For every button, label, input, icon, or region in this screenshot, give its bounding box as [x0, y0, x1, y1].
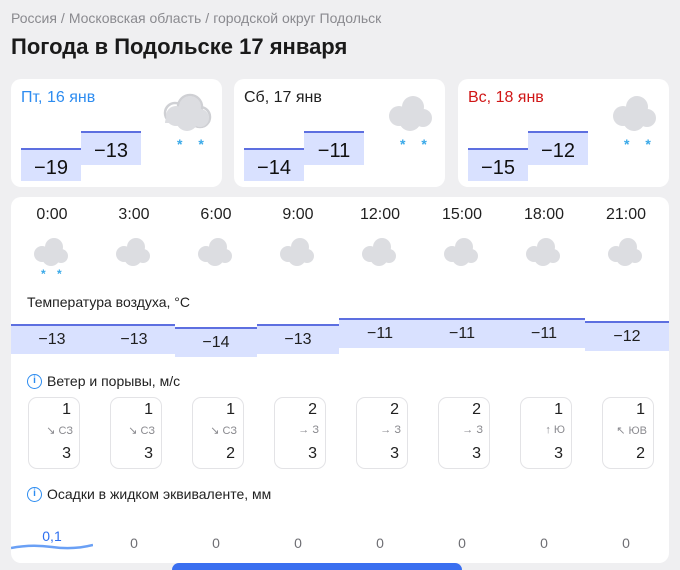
day-min-temp: −15: [468, 148, 528, 181]
wind-gust: 3: [554, 445, 563, 462]
page-title: Погода в Подольске 17 января: [11, 34, 348, 59]
snow-icon: * *: [41, 267, 66, 281]
hour-temp: −11: [339, 318, 421, 348]
wind-speed: 2: [308, 401, 317, 418]
info-icon[interactable]: i: [27, 486, 42, 502]
hour-time: 15:00: [441, 206, 483, 223]
breadcrumb-separator: /: [205, 10, 210, 26]
wind-direction: ↘ СЗ: [210, 425, 237, 437]
wind-direction: ↘ СЗ: [128, 425, 155, 437]
day-label: Вс, 18 янв: [468, 89, 544, 106]
snow-icon: * *: [177, 136, 210, 152]
day-max-temp: −12: [528, 131, 588, 165]
day-min-temp: −19: [21, 148, 81, 181]
precip-value: 0: [622, 535, 630, 551]
wind-speed: 1: [62, 401, 71, 418]
breadcrumb-item-district[interactable]: городской округ Подольск: [213, 10, 381, 26]
cloudy-snow-icon: [389, 96, 432, 131]
cloudy-icon: [608, 238, 642, 266]
hour-temp: −13: [93, 324, 175, 354]
day-min-temp: −14: [244, 148, 304, 181]
day-label: Пт, 16 янв: [21, 89, 96, 106]
cloudy-snow-icon: [613, 96, 656, 131]
temperature-section-label: Температура воздуха, °C: [27, 294, 190, 310]
wind-section-title: Ветер и порывы, м/с: [47, 373, 181, 389]
wind-speed: 1: [554, 401, 563, 418]
wind-speed: 2: [390, 401, 399, 418]
hour-time: 18:00: [523, 206, 565, 223]
wind-box: 2 → З 3: [356, 397, 408, 469]
precip-value: 0: [376, 535, 384, 551]
wind-speed: 1: [144, 401, 153, 418]
wind-box: 1 ↖ ЮВ 2: [602, 397, 654, 469]
precip-value: 0: [294, 535, 302, 551]
wind-direction: → З: [462, 424, 483, 436]
day-max-temp: −11: [304, 131, 364, 165]
wind-speed: 1: [226, 401, 235, 418]
wind-box: 1 ↘ СЗ 3: [110, 397, 162, 469]
hour-time: 0:00: [36, 206, 68, 223]
precip-value: 0: [212, 535, 220, 551]
info-icon[interactable]: i: [27, 373, 42, 389]
precip-value: 0: [458, 535, 466, 551]
wind-direction: → З: [298, 424, 319, 436]
breadcrumb-item-country[interactable]: Россия: [11, 10, 57, 26]
cloudy-icon: [280, 238, 314, 266]
cloudy-icon: [526, 238, 560, 266]
day-card-saturday[interactable]: Сб, 17 янв −14 −11 * *: [234, 79, 445, 187]
wind-gust: 3: [308, 445, 317, 462]
wind-direction: ↖ ЮВ: [616, 425, 647, 437]
wind-box: 1 ↘ СЗ 2: [192, 397, 244, 469]
wind-box: 1 ↘ СЗ 3: [28, 397, 80, 469]
day-card-friday[interactable]: Пт, 16 янв −19 −13 * *: [11, 79, 222, 187]
day-card-sunday[interactable]: Вс, 18 янв −15 −12 * *: [458, 79, 669, 187]
wind-gust: 3: [390, 445, 399, 462]
precip-section-label: i Осадки в жидком эквиваленте, мм: [27, 486, 271, 502]
breadcrumb-separator: /: [60, 10, 65, 26]
hour-temp: −11: [421, 318, 503, 348]
hour-time: 6:00: [200, 206, 232, 223]
cloudy-icon: [444, 238, 478, 266]
cloudy-icon: [198, 238, 232, 266]
hour-time: 21:00: [605, 206, 647, 223]
bottom-action-button[interactable]: [172, 563, 462, 570]
hour-temp: −13: [11, 324, 93, 354]
snow-icon: * *: [624, 136, 657, 152]
wind-speed: 2: [472, 401, 481, 418]
wind-gust: 2: [226, 445, 235, 462]
cloudy-snow-icon: [163, 93, 212, 131]
day-label: Сб, 17 янв: [244, 89, 322, 106]
wind-box: 1 ↑ Ю 3: [520, 397, 572, 469]
snow-icon: * *: [400, 136, 433, 152]
wind-direction: ↘ СЗ: [46, 425, 73, 437]
wind-speed: 1: [636, 401, 645, 418]
wind-direction: ↑ Ю: [545, 424, 565, 436]
wind-box: 2 → З 3: [438, 397, 490, 469]
wind-gust: 3: [472, 445, 481, 462]
breadcrumb: Россия / Московская область / городской окру…: [11, 10, 381, 26]
hour-time: 9:00: [282, 206, 314, 223]
hour-time: 3:00: [118, 206, 150, 223]
wind-gust: 3: [144, 445, 153, 462]
hour-temp: −13: [257, 324, 339, 354]
wind-direction: → З: [380, 424, 401, 436]
precip-section-title: Осадки в жидком эквиваленте, мм: [47, 486, 272, 502]
precip-value: 0: [130, 535, 138, 551]
cloudy-icon: [116, 238, 150, 266]
hour-temp: −14: [175, 327, 257, 357]
precip-value: 0: [540, 535, 548, 551]
wind-box: 2 → З 3: [274, 397, 326, 469]
wind-gust: 2: [636, 445, 645, 462]
hourly-forecast-card: 0:00 3:00 6:00 9:00 12:00 15:00 18:00 21…: [11, 197, 669, 563]
wind-gust: 3: [62, 445, 71, 462]
cloudy-snow-icon: [34, 238, 68, 266]
wind-section-label: i Ветер и порывы, м/с: [27, 373, 180, 389]
hour-temp: −11: [503, 318, 585, 348]
precip-wave: [11, 543, 93, 550]
cloudy-icon: [362, 238, 396, 266]
hour-temp: −12: [585, 321, 669, 351]
day-max-temp: −13: [81, 131, 141, 165]
hour-time: 12:00: [359, 206, 401, 223]
breadcrumb-item-region[interactable]: Московская область: [69, 10, 201, 26]
